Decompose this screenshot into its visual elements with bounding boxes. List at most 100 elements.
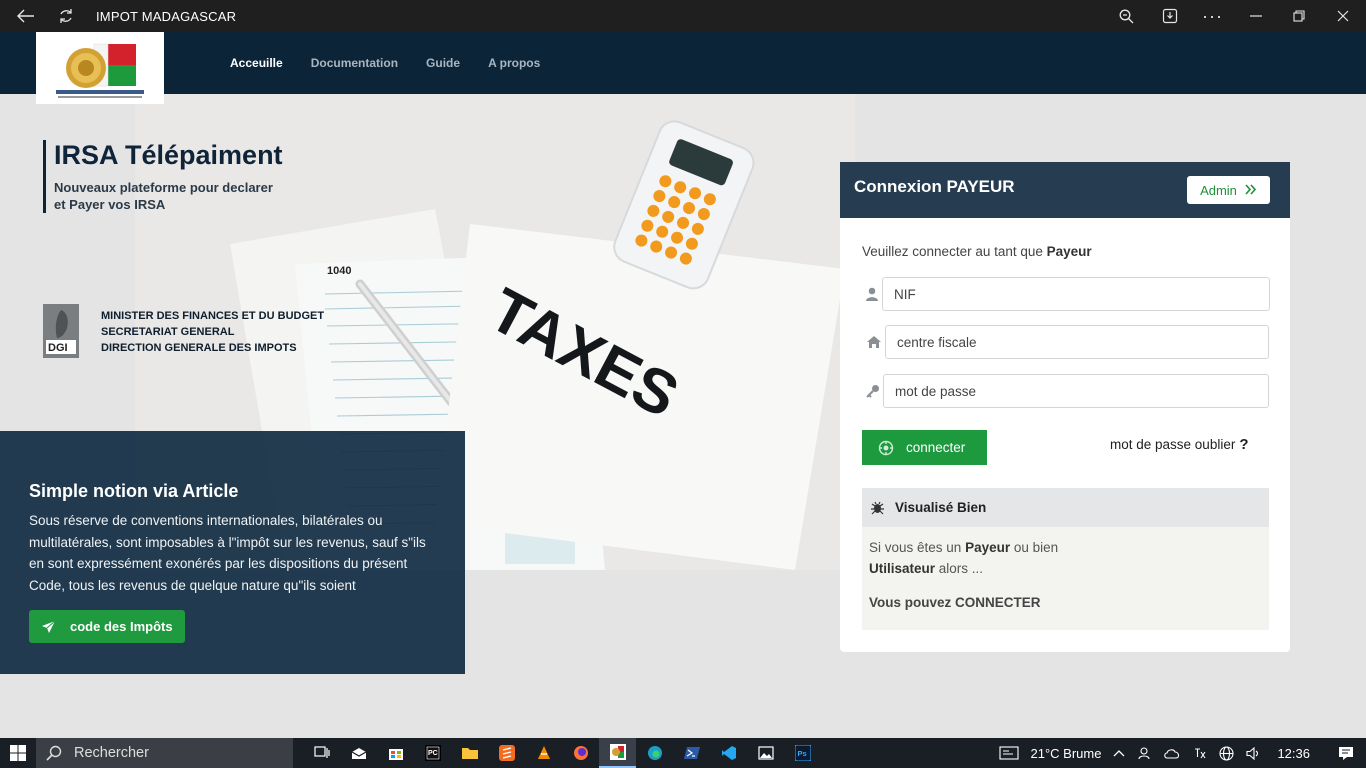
question-mark-icon: ? (1239, 436, 1249, 453)
nav-item-a-propos[interactable]: A propos (474, 56, 554, 70)
page-subtitle-line2: et Payer vos IRSA (54, 197, 166, 212)
info-line1-suffix: ou bien (1010, 540, 1059, 555)
top-navbar (0, 32, 1366, 94)
info-line2: Utilisateur alors ... (869, 558, 1262, 579)
login-header: Connexion PAYEUR Admin (840, 162, 1290, 218)
vlc-icon[interactable] (525, 738, 562, 768)
sublime-icon[interactable] (488, 738, 525, 768)
restore-icon[interactable] (1277, 0, 1320, 32)
centre-fiscale-input[interactable]: centre fiscale (885, 325, 1269, 359)
dgi-logo-text: DGI (48, 342, 68, 354)
republic-logo[interactable] (36, 32, 164, 104)
article-text: Sous réserve de conventions internationa… (29, 513, 426, 593)
home-icon (862, 335, 885, 349)
minimize-icon[interactable] (1234, 0, 1277, 32)
dgi-logo: DGI (43, 304, 79, 358)
store-icon[interactable] (377, 738, 414, 768)
svg-text:PC: PC (428, 750, 438, 757)
window-titlebar: IMPOT MADAGASCAR ··· (0, 0, 1366, 32)
refresh-icon[interactable] (46, 0, 86, 32)
article-panel: Simple notion via Article Sous réserve d… (0, 431, 465, 674)
info-body: Si vous êtes un Payeur ou bien Utilisate… (862, 527, 1269, 623)
info-line1: Si vous êtes un Payeur ou bien (869, 537, 1262, 558)
app-install-icon[interactable] (1148, 0, 1191, 32)
ministry-line2: SECRETARIAT GENERAL (101, 326, 235, 338)
admin-button[interactable]: Admin (1187, 176, 1270, 204)
info-header: Visualisé Bien (862, 488, 1269, 527)
zoom-icon[interactable] (1105, 0, 1148, 32)
onedrive-icon[interactable] (1163, 747, 1181, 759)
taskbar-search-placeholder: Rechercher (74, 745, 149, 761)
task-view-icon[interactable] (303, 738, 340, 768)
file-explorer-icon[interactable] (451, 738, 488, 768)
back-arrow-icon[interactable] (6, 0, 46, 32)
ministry-block: DGI MINISTER DES FINANCES ET DU BUDGET S… (43, 304, 324, 358)
ministry-line1: MINISTER DES FINANCES ET DU BUDGET (101, 310, 325, 322)
search-icon (46, 745, 62, 761)
clock-time[interactable]: 12:36 (1277, 746, 1310, 761)
ime-icon[interactable] (1193, 746, 1207, 760)
login-intro-prefix: Veuillez connecter au tant que (862, 244, 1047, 259)
weather-icon[interactable] (998, 746, 1019, 760)
info-cta: Vous pouvez CONNECTER (869, 595, 1041, 610)
network-globe-icon[interactable] (1219, 745, 1235, 761)
password-row: mot de passe (862, 374, 1269, 408)
info-line1-prefix: Si vous êtes un (869, 540, 966, 555)
user-icon (862, 287, 882, 301)
page-title: IRSA Télépaiment (54, 140, 283, 170)
form-1040-label: 1040 (327, 265, 351, 277)
window-title: IMPOT MADAGASCAR (96, 8, 237, 24)
login-title: Connexion PAYEUR (854, 177, 1015, 196)
windows-start-icon[interactable] (0, 738, 36, 768)
connect-gear-icon (878, 440, 894, 456)
mail-icon[interactable] (340, 738, 377, 768)
connect-label: connecter (906, 440, 966, 455)
code-des-impots-label: code des Impôts (70, 619, 173, 634)
photos-icon[interactable] (747, 738, 784, 768)
login-panel: Connexion PAYEUR Admin Veuillez connecte… (840, 162, 1290, 652)
info-box: Visualisé Bien Si vous êtes un Payeur ou… (862, 488, 1269, 630)
volume-icon[interactable] (1246, 746, 1261, 760)
nif-row: NIF (862, 277, 1270, 311)
admin-label: Admin (1200, 182, 1237, 198)
weather-text[interactable]: 21°C Brume (1031, 746, 1102, 761)
info-line2-role: Utilisateur (869, 561, 936, 576)
svg-text:Ps: Ps (797, 749, 806, 758)
page-subtitle-line1: Nouveaux plateforme pour declarer (54, 180, 273, 195)
ministry-text: MINISTER DES FINANCES ET DU BUDGET SECRE… (101, 308, 324, 358)
notifications-icon[interactable] (1338, 746, 1354, 761)
vscode-icon[interactable] (710, 738, 747, 768)
edge-icon[interactable] (636, 738, 673, 768)
info-title: Visualisé Bien (895, 500, 987, 515)
meet-now-icon[interactable] (1137, 746, 1151, 760)
more-options-icon[interactable]: ··· (1191, 0, 1234, 32)
forgot-password-link[interactable]: mot de passe oublier? (1110, 436, 1249, 453)
key-icon (862, 384, 883, 398)
password-input[interactable]: mot de passe (883, 374, 1269, 408)
login-intro-role: Payeur (1046, 244, 1092, 259)
ministry-line3: DIRECTION GENERALE DES IMPOTS (101, 342, 297, 354)
info-line1-role: Payeur (965, 540, 1011, 555)
impot-app-icon[interactable] (599, 738, 636, 768)
article-title: Simple notion via Article (29, 481, 239, 501)
nif-input[interactable]: NIF (882, 277, 1270, 311)
forgot-password-label: mot de passe oublier (1110, 437, 1236, 452)
connect-button[interactable]: connecter (862, 430, 987, 465)
info-line2-suffix: alors ... (935, 561, 984, 576)
firefox-icon[interactable] (562, 738, 599, 768)
chevron-up-icon[interactable] (1113, 749, 1125, 757)
pycharm-icon[interactable]: PC (414, 738, 451, 768)
powershell-icon[interactable] (673, 738, 710, 768)
code-des-impots-button[interactable]: code des Impôts (29, 610, 185, 643)
close-icon[interactable] (1320, 0, 1366, 32)
nav-item-documentation[interactable]: Documentation (297, 56, 412, 70)
windows-taskbar: Rechercher PC Ps 21°C Brume 12:36 (0, 738, 1366, 768)
nav-item-guide[interactable]: Guide (412, 56, 474, 70)
taskbar-search[interactable]: Rechercher (36, 738, 293, 768)
photoshop-icon[interactable]: Ps (784, 738, 821, 768)
bug-icon (870, 500, 885, 515)
login-intro: Veuillez connecter au tant que Payeur (862, 244, 1092, 259)
send-icon (41, 620, 56, 634)
nav-item-acceuille[interactable]: Acceuille (216, 56, 297, 70)
brand-block: IRSA Télépaiment Nouveaux plateforme pou… (43, 140, 304, 213)
